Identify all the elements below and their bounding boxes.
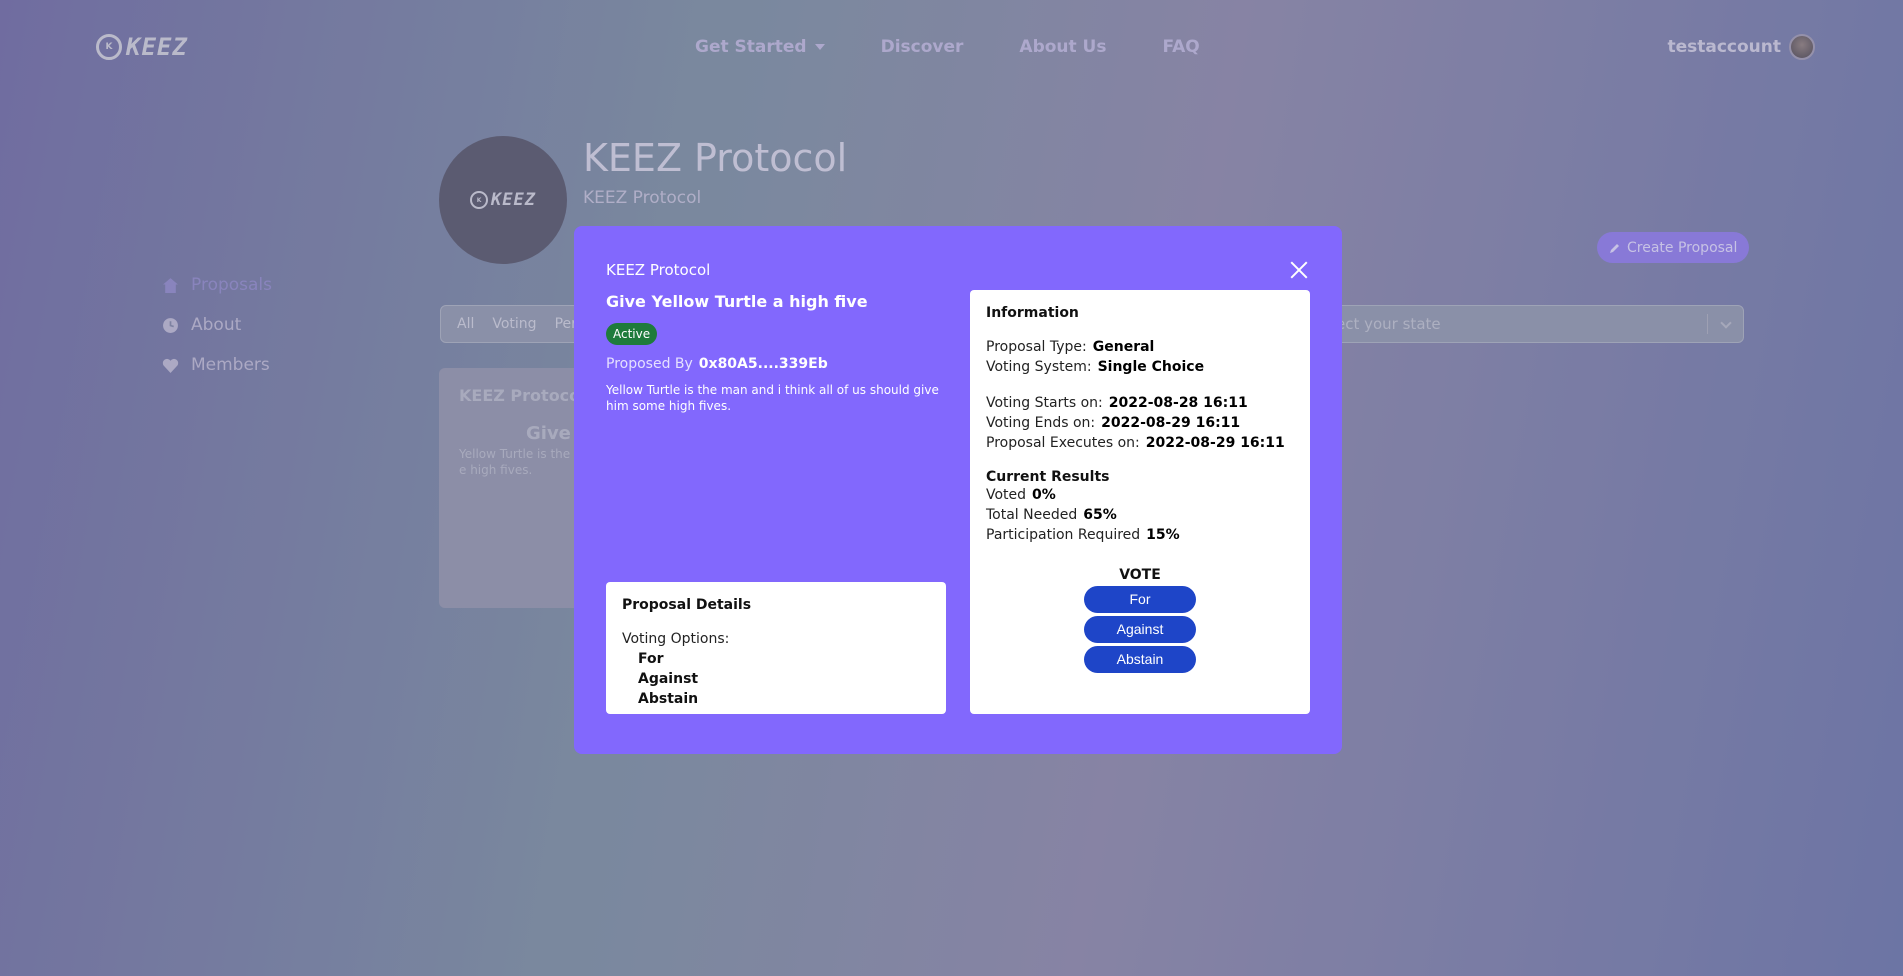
- executes-value: 2022-08-29 16:11: [1145, 435, 1285, 451]
- voting-ends-value: 2022-08-29 16:11: [1101, 415, 1241, 431]
- status-badge: Active: [606, 323, 658, 345]
- proposal-description: Yellow Turtle is the man and i think all…: [606, 383, 939, 413]
- modal-org: KEEZ Protocol: [606, 261, 711, 279]
- voting-system-value: Single Choice: [1097, 359, 1205, 375]
- voting-starts-value: 2022-08-28 16:11: [1108, 395, 1248, 411]
- voting-ends-row: Voting Ends on: 2022-08-29 16:11: [986, 413, 1294, 433]
- executes-row: Proposal Executes on: 2022-08-29 16:11: [986, 433, 1294, 453]
- modal-title: Give Yellow Turtle a high five: [606, 292, 868, 311]
- vote-heading: VOTE: [1119, 567, 1161, 583]
- information-heading: Information: [986, 305, 1079, 321]
- voted-value: 0%: [1032, 487, 1056, 503]
- proposed-by-label: Proposed By: [606, 356, 693, 372]
- current-results-heading: Current Results: [986, 469, 1110, 485]
- voting-starts-label: Voting Starts on:: [986, 395, 1103, 411]
- total-needed-label: Total Needed: [986, 507, 1078, 523]
- vote-abstain-button[interactable]: Abstain: [1084, 646, 1196, 673]
- proposal-type-value: General: [1092, 339, 1155, 355]
- proposed-by: Proposed By 0x80A5....339Eb: [606, 356, 828, 372]
- participation-value: 15%: [1146, 527, 1180, 543]
- vote-for-button[interactable]: For: [1084, 586, 1196, 613]
- vote-against-button[interactable]: Against: [1084, 616, 1196, 643]
- voting-ends-label: Voting Ends on:: [986, 415, 1096, 431]
- proposer-address[interactable]: 0x80A5....339Eb: [699, 356, 828, 372]
- proposal-details-heading: Proposal Details: [622, 597, 752, 613]
- total-needed-row: Total Needed 65%: [986, 505, 1294, 525]
- information-panel: Information Proposal Type: General Voting…: [970, 290, 1310, 714]
- participation-row: Participation Required 15%: [986, 525, 1294, 545]
- voted-row: Voted 0%: [986, 485, 1294, 505]
- proposal-type-row: Proposal Type: General: [986, 337, 1294, 357]
- voting-starts-row: Voting Starts on: 2022-08-28 16:11: [986, 393, 1294, 413]
- voting-option: For: [638, 651, 664, 667]
- voting-option: Abstain: [638, 691, 699, 707]
- proposal-details-panel: Proposal Details Voting Options: For Aga…: [606, 582, 946, 714]
- voting-system-row: Voting System: Single Choice: [986, 357, 1294, 377]
- total-needed-value: 65%: [1083, 507, 1117, 523]
- executes-label: Proposal Executes on:: [986, 435, 1140, 451]
- proposal-modal: KEEZ Protocol Give Yellow Turtle a high …: [574, 226, 1342, 754]
- participation-label: Participation Required: [986, 527, 1141, 543]
- voting-options-label: Voting Options:: [622, 631, 730, 647]
- proposal-type-label: Proposal Type:: [986, 339, 1087, 355]
- close-icon[interactable]: [1290, 261, 1308, 279]
- voted-label: Voted: [986, 487, 1027, 503]
- voting-option: Against: [638, 671, 699, 687]
- voting-system-label: Voting System:: [986, 359, 1092, 375]
